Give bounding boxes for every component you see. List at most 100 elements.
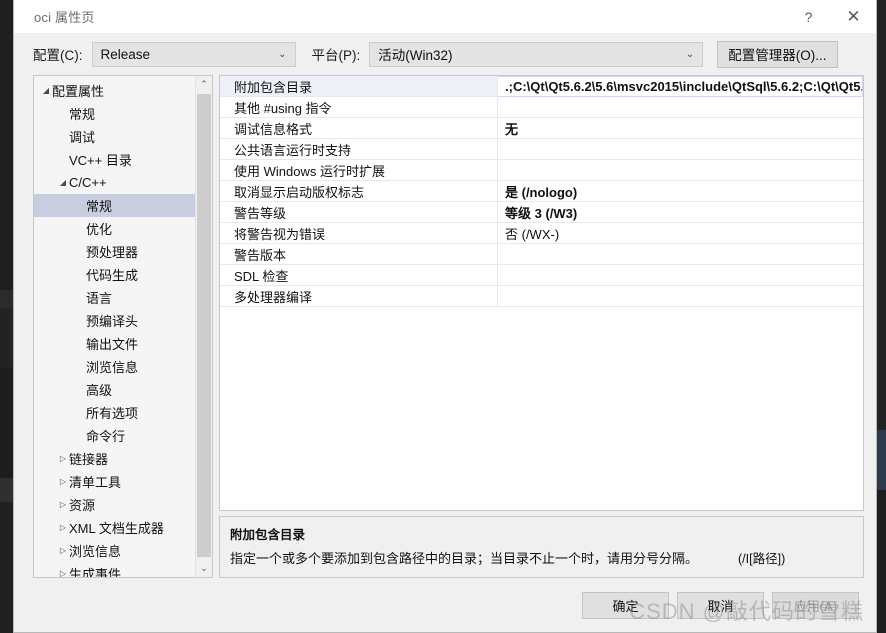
tree-collapsed-icon[interactable]: ▷ [57, 523, 69, 532]
property-name: 取消显示启动版权标志 [220, 181, 498, 201]
property-value[interactable] [498, 160, 863, 180]
tree-item[interactable]: 输出文件 [34, 332, 195, 355]
property-value[interactable]: .;C:\Qt\Qt5.6.2\5.6\msvc2015\include\QtS… [498, 76, 863, 97]
tree-item[interactable]: 常规 [34, 194, 195, 217]
property-row[interactable]: 附加包含目录 .;C:\Qt\Qt5.6.2\5.6\msvc2015\inclu… [220, 76, 863, 97]
close-icon[interactable]: ✕ [831, 0, 876, 33]
tree-item[interactable]: 调试 [34, 125, 195, 148]
tree-item[interactable]: 浏览信息 [34, 355, 195, 378]
tree-item[interactable]: 常规 [34, 102, 195, 125]
property-row[interactable]: 将警告视为错误否 (/WX-) [220, 223, 863, 244]
scroll-down-icon[interactable]: ⌄ [196, 560, 212, 577]
property-row[interactable]: 取消显示启动版权标志是 (/nologo) [220, 181, 863, 202]
property-name: 警告等级 [220, 202, 498, 222]
property-grid: 附加包含目录 .;C:\Qt\Qt5.6.2\5.6\msvc2015\inclu… [219, 75, 864, 511]
property-value[interactable] [498, 286, 863, 306]
tree-item-label: 浏览信息 [86, 360, 139, 375]
tree-item-label: 所有选项 [86, 406, 139, 421]
tree-item[interactable]: 命令行 [34, 424, 195, 447]
scroll-up-icon[interactable]: ⌃ [196, 76, 212, 93]
property-name: 附加包含目录 [220, 76, 498, 96]
ok-button[interactable]: 确定 [582, 591, 669, 619]
property-name: 公共语言运行时支持 [220, 139, 498, 159]
tree-item-label: 命令行 [86, 429, 126, 444]
tree-item[interactable]: ▷ 链接器 [34, 447, 195, 470]
tree-item[interactable]: ▷ 资源 [34, 493, 195, 516]
description-title: 附加包含目录 [230, 528, 306, 542]
scrollbar-thumb[interactable] [197, 94, 211, 557]
tree-collapsed-icon[interactable]: ▷ [57, 477, 69, 486]
property-name: 警告版本 [220, 244, 498, 264]
tree-item[interactable]: ◢ 配置属性 [34, 79, 195, 102]
cancel-button[interactable]: 取消 [677, 591, 764, 619]
property-row[interactable]: 警告版本 [220, 244, 863, 265]
property-row[interactable]: 公共语言运行时支持 [220, 139, 863, 160]
property-value[interactable] [498, 265, 863, 285]
property-value[interactable]: 是 (/nologo) [498, 181, 863, 201]
tree-expanded-icon[interactable]: ◢ [40, 86, 52, 95]
tree-collapsed-icon[interactable]: ▷ [57, 454, 69, 463]
description-text: 指定一个或多个要添加到包含路径中的目录；当目录不止一个时，请用分号分隔。 [230, 551, 699, 566]
tree-item[interactable]: ◢ C/C++ [34, 171, 195, 194]
description-body: 指定一个或多个要添加到包含路径中的目录；当目录不止一个时，请用分号分隔。 (/I… [230, 548, 853, 567]
property-row[interactable]: 其他 #using 指令 [220, 97, 863, 118]
property-row[interactable]: SDL 检查 [220, 265, 863, 286]
tree-item[interactable]: 优化 [34, 217, 195, 240]
property-row[interactable]: 调试信息格式无 [220, 118, 863, 139]
property-name: SDL 检查 [220, 265, 498, 285]
property-row[interactable]: 警告等级 等级 3 (/W3) [220, 202, 863, 223]
apply-button[interactable]: 应用(A) [772, 591, 859, 619]
property-value[interactable]: 否 (/WX-) [498, 223, 863, 243]
property-value[interactable]: 无 [498, 118, 863, 138]
description-hint: (/I[路径]) [738, 552, 786, 566]
tree-item[interactable]: 所有选项 [34, 401, 195, 424]
settings-tree: ◢ 配置属性 常规 调试 VC++ 目录 ◢ C/C++ 常规 优化 预处理器 代码生成 语言 预编译头… [34, 76, 195, 577]
chevron-down-icon: ⌄ [685, 48, 695, 60]
property-name: 其他 #using 指令 [220, 97, 498, 117]
help-icon[interactable]: ? [786, 0, 831, 33]
configuration-toolbar: 配置(C): Release ⌄ 平台(P): 活动(Win32) ⌄ 配置管理… [14, 33, 876, 75]
property-row[interactable]: 多处理器编译 [220, 286, 863, 307]
tree-item[interactable]: ▷ 生成事件 [34, 562, 195, 577]
tree-expanded-icon[interactable]: ◢ [57, 178, 69, 187]
tree-vertical-scrollbar[interactable]: ⌃ ⌄ [195, 76, 212, 577]
right-pane: 附加包含目录 .;C:\Qt\Qt5.6.2\5.6\msvc2015\inclu… [219, 75, 864, 578]
tree-item[interactable]: 预编译头 [34, 309, 195, 332]
tree-item-label: 代码生成 [86, 268, 139, 283]
chevron-down-icon: ⌄ [278, 48, 287, 60]
configuration-value: Release [100, 46, 151, 62]
tree-item[interactable]: 高级 [34, 378, 195, 401]
title-bar-buttons: ? ✕ [786, 0, 876, 33]
tree-item-label: VC++ 目录 [69, 153, 132, 168]
tree-collapsed-icon[interactable]: ▷ [57, 546, 69, 555]
property-value[interactable]: 等级 3 (/W3) [498, 202, 863, 222]
tree-item-label: 高级 [86, 383, 113, 398]
property-value[interactable] [498, 139, 863, 159]
tree-item[interactable]: ▷ 清单工具 [34, 470, 195, 493]
tree-item[interactable]: ▷ 浏览信息 [34, 539, 195, 562]
window-title: oci 属性页 [34, 10, 95, 25]
tree-item-label: 语言 [86, 291, 113, 306]
configuration-manager-button[interactable]: 配置管理器(O)... [717, 40, 838, 68]
property-row[interactable]: 使用 Windows 运行时扩展 [220, 160, 863, 181]
tree-item-label: 预处理器 [86, 245, 139, 260]
tree-item-label: 优化 [86, 222, 113, 237]
tree-collapsed-icon[interactable]: ▷ [57, 500, 69, 509]
settings-tree-panel: ◢ 配置属性 常规 调试 VC++ 目录 ◢ C/C++ 常规 优化 预处理器 代码生成 语言 预编译头… [33, 75, 213, 578]
platform-select[interactable]: 活动(Win32) ⌄ [369, 41, 704, 67]
platform-label: 平台(P): [311, 48, 361, 63]
tree-item-label: 链接器 [69, 452, 109, 467]
tree-item-label: 常规 [69, 107, 96, 122]
tree-item[interactable]: VC++ 目录 [34, 148, 195, 171]
configuration-select[interactable]: Release ⌄ [91, 41, 296, 67]
tree-collapsed-icon[interactable]: ▷ [57, 569, 69, 577]
tree-item[interactable]: 预处理器 [34, 240, 195, 263]
description-panel: 附加包含目录 指定一个或多个要添加到包含路径中的目录；当目录不止一个时，请用分号… [219, 516, 864, 578]
tree-item-label: C/C++ [69, 175, 107, 190]
tree-item-label: 清单工具 [69, 475, 122, 490]
property-value[interactable] [498, 244, 863, 264]
property-value[interactable] [498, 97, 863, 117]
tree-item[interactable]: ▷ XML 文档生成器 [34, 516, 195, 539]
tree-item[interactable]: 语言 [34, 286, 195, 309]
tree-item[interactable]: 代码生成 [34, 263, 195, 286]
